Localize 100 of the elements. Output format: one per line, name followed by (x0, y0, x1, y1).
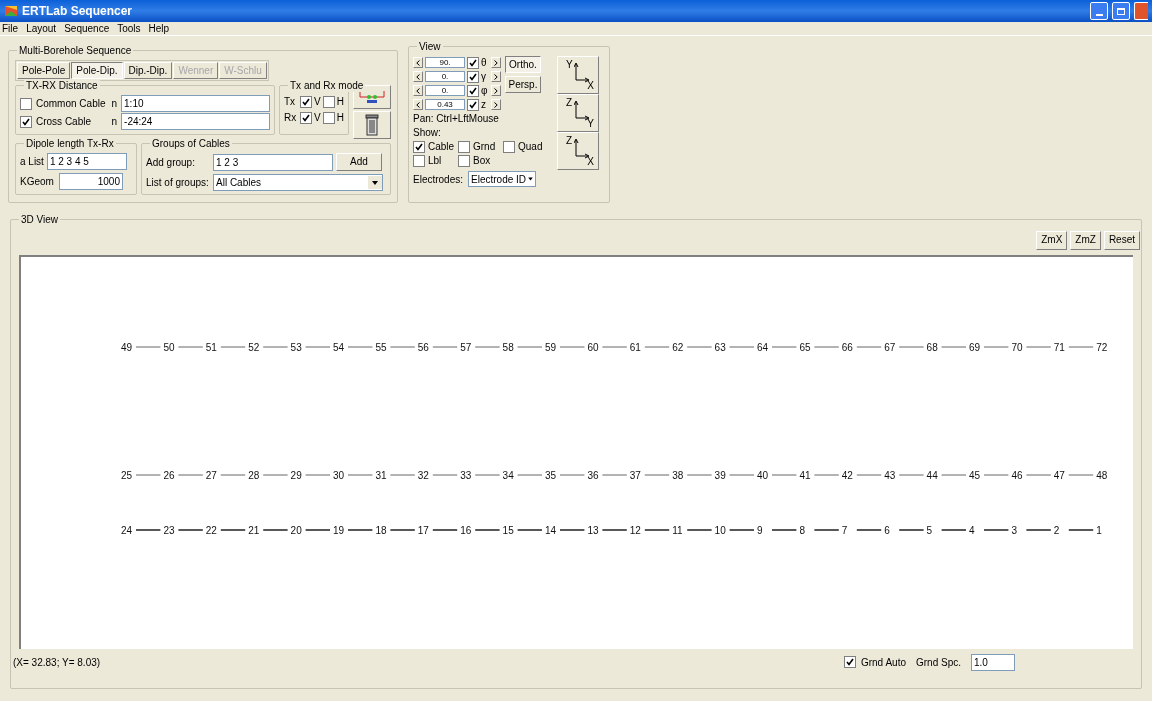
checkbox[interactable] (458, 154, 470, 167)
menu-item[interactable]: Sequence (64, 23, 110, 34)
checkbox[interactable] (322, 95, 335, 108)
zoom-button[interactable]: Reset (1103, 230, 1140, 250)
angle-field[interactable]: 90. (425, 57, 465, 68)
checkbox[interactable] (300, 111, 313, 124)
increment-button[interactable] (491, 85, 501, 96)
electrode-label: 48 (1096, 470, 1108, 481)
groups-dropdown[interactable]: All Cables (213, 174, 383, 191)
trash-icon (365, 114, 379, 136)
input-field[interactable]: 1000 (59, 173, 123, 190)
menu-item[interactable]: File (2, 23, 19, 34)
increment-button[interactable] (491, 99, 501, 110)
checkbox[interactable] (458, 140, 470, 153)
electrode-label: 1 (1096, 525, 1102, 536)
checkbox[interactable] (467, 98, 479, 111)
group-title: Dipole length Tx-Rx (24, 137, 116, 150)
checkbox[interactable] (467, 70, 479, 83)
electrode-label: 36 (587, 470, 599, 481)
electrodes-dropdown[interactable]: Electrode ID (468, 171, 537, 187)
checkbox[interactable] (20, 115, 32, 128)
decrement-button[interactable] (413, 71, 423, 82)
close-button[interactable] (1134, 2, 1148, 20)
label: Cable (428, 140, 455, 153)
group-title: Groups of Cables (150, 137, 232, 150)
increment-button[interactable] (491, 71, 501, 82)
electrode-label: 2 (1053, 525, 1060, 536)
electrode-label: 10 (714, 525, 726, 536)
angle-field[interactable]: 0.43 (425, 99, 465, 110)
input-field[interactable]: 1.0 (971, 653, 1015, 671)
electrode-label: 3 (1011, 525, 1017, 536)
electrode-label: 13 (587, 525, 599, 536)
dipole-icon (358, 89, 386, 105)
checkbox[interactable] (503, 140, 515, 153)
angle-field[interactable]: 0. (425, 85, 465, 96)
zoom-button[interactable]: ZmZ (1070, 230, 1101, 250)
decrement-button[interactable] (413, 57, 423, 68)
decrement-button[interactable] (413, 85, 423, 96)
checkbox[interactable] (413, 154, 425, 167)
label: Grnd (473, 140, 496, 153)
electrode-label: 37 (629, 470, 641, 481)
add-button[interactable]: Add (336, 153, 382, 171)
electrode-label: 29 (290, 470, 302, 481)
electrode-label: 25 (121, 470, 133, 481)
label: γ (481, 70, 487, 83)
label: Lbl (428, 154, 442, 167)
label: Add group: (146, 155, 196, 169)
sequence-type-button[interactable]: Dip.-Dip. (123, 62, 173, 79)
electrode-label: 11 (672, 525, 683, 536)
label: Quad (518, 140, 543, 153)
delete-button[interactable] (353, 111, 391, 139)
increment-button[interactable] (491, 57, 501, 68)
input-field[interactable]: 1:10 (121, 95, 270, 112)
axis-view-button[interactable]: Z Y (557, 94, 599, 132)
checkbox[interactable] (467, 84, 479, 97)
sequence-type-button[interactable]: Pole-Dip. (71, 62, 123, 79)
label: n (111, 97, 118, 110)
electrode-label: 47 (1053, 470, 1065, 481)
group-title: View (417, 40, 443, 53)
checkbox[interactable] (467, 56, 479, 69)
projection-button[interactable]: Persp. (505, 76, 541, 93)
electrode-label: 18 (375, 525, 387, 536)
checkbox[interactable] (20, 97, 32, 110)
electrode-label: 69 (969, 342, 981, 353)
input-field[interactable]: -24:24 (121, 113, 270, 130)
electrode-label: 42 (841, 470, 853, 481)
electrode-label: 65 (799, 342, 811, 353)
checkbox[interactable] (322, 111, 335, 124)
menu-item[interactable]: Layout (26, 23, 57, 34)
electrode-label: 49 (121, 342, 133, 353)
axis-view-button[interactable]: Z X (557, 132, 599, 170)
checkbox[interactable] (300, 95, 313, 108)
electrode-label: 44 (926, 470, 938, 481)
label: Tx (284, 95, 297, 108)
electrode-label: 59 (545, 342, 557, 353)
checkbox[interactable] (413, 140, 425, 153)
label: n (111, 115, 118, 128)
minimize-button[interactable] (1090, 2, 1108, 20)
input-field[interactable]: 1 2 3 (213, 153, 333, 171)
projection-button[interactable]: Ortho. (505, 56, 541, 73)
sequence-type-button[interactable]: Pole-Pole (17, 62, 71, 79)
electrode-label: 12 (629, 525, 641, 536)
menu-item[interactable]: Help (148, 23, 170, 34)
electrode-label: 35 (545, 470, 557, 481)
decrement-button[interactable] (413, 99, 423, 110)
electrode-label: 63 (714, 342, 726, 353)
electrode-label: 9 (757, 525, 763, 536)
input-field[interactable]: 1 2 3 4 5 (46, 153, 127, 170)
zoom-button[interactable]: ZmX (1036, 230, 1068, 250)
window-title: ERTLab Sequencer (22, 3, 133, 20)
electrode-label: 20 (290, 525, 302, 536)
electrode-label: 61 (629, 342, 641, 353)
label: (X= 32.83; Y= 8.03) (13, 655, 102, 669)
axis-label: X (587, 157, 594, 167)
angle-field[interactable]: 0. (425, 71, 465, 82)
axis-view-button[interactable]: Y X (557, 56, 599, 94)
electrode-label: 30 (333, 470, 345, 481)
restore-button[interactable] (1112, 2, 1130, 20)
menu-item[interactable]: Tools (117, 23, 141, 34)
checkbox[interactable] (843, 656, 856, 668)
